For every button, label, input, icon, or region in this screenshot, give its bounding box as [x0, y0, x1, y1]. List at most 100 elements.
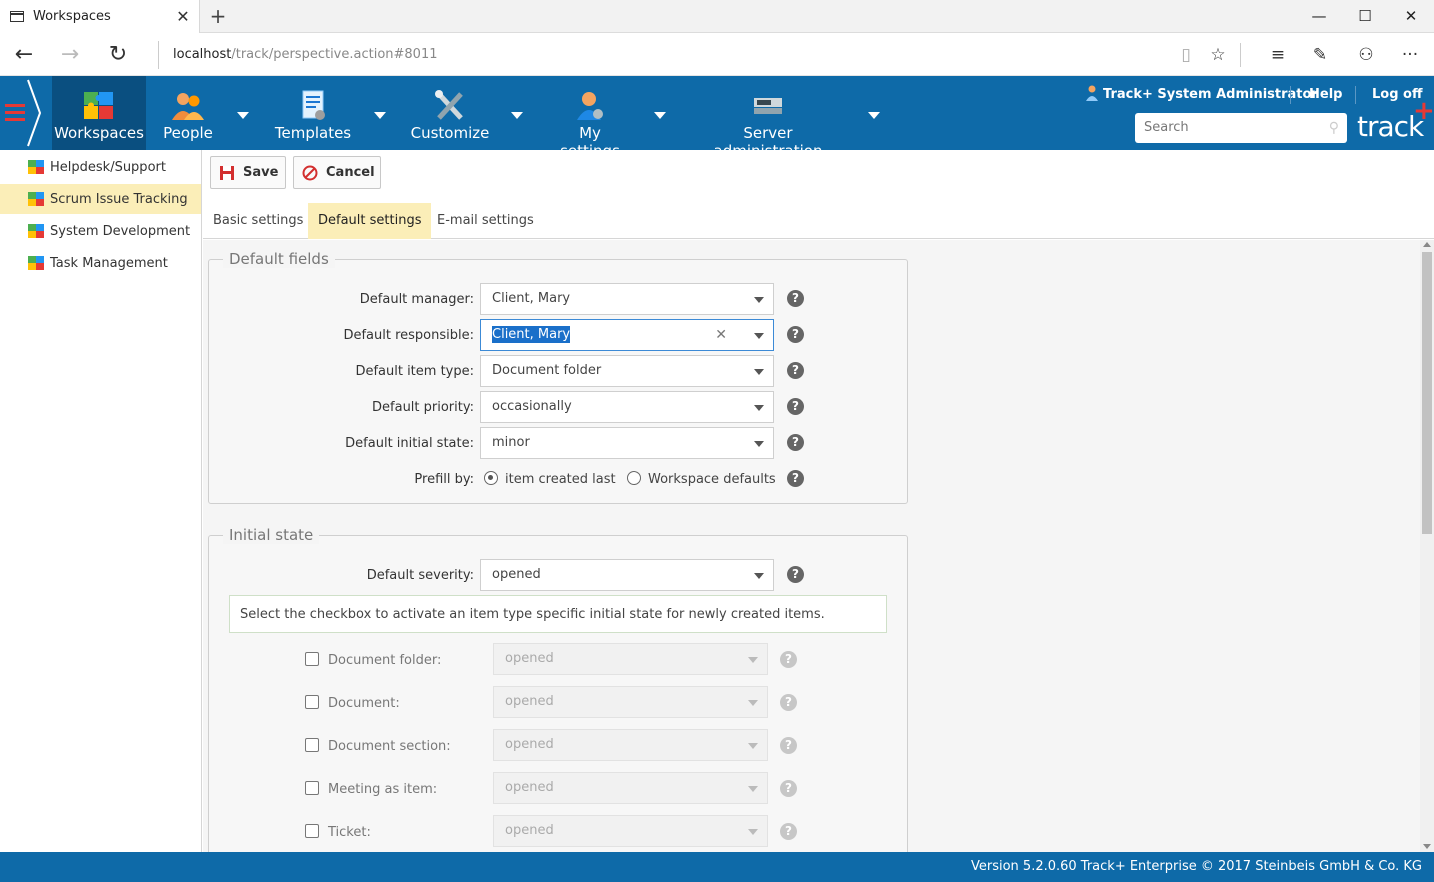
- help-icon[interactable]: ?: [787, 290, 804, 307]
- scroll-up-icon[interactable]: [1423, 242, 1431, 247]
- close-window-button[interactable]: ✕: [1388, 0, 1434, 33]
- hub-icon[interactable]: ≡: [1264, 41, 1292, 69]
- help-icon[interactable]: ?: [780, 737, 797, 754]
- new-tab-button[interactable]: +: [206, 4, 230, 28]
- document-section-state-value: opened: [505, 737, 554, 752]
- web-note-icon[interactable]: ✎: [1306, 41, 1334, 69]
- server-dropdown-caret[interactable]: [868, 112, 880, 119]
- settings-tabs: Basic settings Default settings E-mail s…: [203, 203, 1434, 239]
- customize-dropdown-caret[interactable]: [511, 112, 523, 119]
- cancel-icon: [302, 165, 318, 180]
- prefill-item-created-last-radio[interactable]: [484, 471, 498, 485]
- help-icon[interactable]: ?: [787, 566, 804, 583]
- current-user[interactable]: Track+ System Administrator: [1103, 87, 1318, 102]
- default-severity-combo[interactable]: opened: [480, 559, 774, 591]
- prefill-workspace-defaults-radio[interactable]: [627, 471, 641, 485]
- browser-tab[interactable]: Workspaces ✕: [0, 0, 200, 33]
- scrollbar-thumb[interactable]: [1422, 252, 1432, 534]
- ticket-state-combo: opened: [493, 815, 768, 847]
- app-footer: Version 5.2.0.60 Track+ Enterprise © 201…: [0, 852, 1434, 882]
- chevron-down-icon[interactable]: [754, 333, 764, 339]
- chevron-down-icon[interactable]: [754, 573, 764, 579]
- menu-people[interactable]: People: [160, 76, 216, 150]
- search-icon[interactable]: ⚲: [1329, 113, 1339, 143]
- templates-dropdown-caret[interactable]: [374, 112, 386, 119]
- chevron-down-icon[interactable]: [754, 405, 764, 411]
- menu-people-label: People: [163, 124, 213, 142]
- help-icon[interactable]: ?: [780, 651, 797, 668]
- refresh-icon[interactable]: ↻: [104, 41, 132, 69]
- help-icon[interactable]: ?: [780, 780, 797, 797]
- scroll-down-icon[interactable]: [1423, 844, 1431, 849]
- default-initial-state-label: Default initial state:: [345, 436, 474, 451]
- chevron-down-icon[interactable]: [754, 297, 764, 303]
- menu-workspaces[interactable]: Workspaces: [52, 76, 146, 150]
- meeting-as-item-label: Meeting as item:: [328, 782, 438, 797]
- help-icon[interactable]: ?: [780, 823, 797, 840]
- menu-customize[interactable]: Customize: [410, 76, 490, 150]
- tab-email-settings[interactable]: E-mail settings: [427, 203, 544, 239]
- default-manager-combo[interactable]: Client, Mary: [480, 283, 774, 315]
- prefill-workspace-defaults-label[interactable]: Workspace defaults: [648, 472, 776, 487]
- tools-icon: [435, 90, 463, 120]
- default-fields-fieldset: Default fields Default manager: Client, …: [208, 250, 908, 504]
- back-arrow-icon[interactable]: ←: [10, 41, 38, 69]
- prefill-item-created-last-label[interactable]: item created last: [505, 472, 616, 487]
- favorite-star-icon[interactable]: ☆: [1204, 41, 1232, 69]
- document-section-state-combo: opened: [493, 729, 768, 761]
- prefill-by-label: Prefill by:: [414, 472, 474, 487]
- chevron-down-icon[interactable]: [754, 441, 764, 447]
- sidebar-item-scrum[interactable]: Scrum Issue Tracking: [0, 184, 201, 214]
- sidebar-item-task-management[interactable]: Task Management: [0, 248, 201, 278]
- help-link[interactable]: Help: [1309, 87, 1342, 102]
- tab-basic-settings[interactable]: Basic settings: [203, 203, 313, 239]
- sidebar-item-helpdesk[interactable]: Helpdesk/Support: [0, 152, 201, 182]
- menu-my-settings[interactable]: My settings: [548, 76, 632, 160]
- help-icon[interactable]: ?: [780, 694, 797, 711]
- cancel-button[interactable]: Cancel: [293, 156, 381, 189]
- default-initial-state-combo[interactable]: minor: [480, 427, 774, 459]
- workspace-sidebar: Helpdesk/Support Scrum Issue Tracking Sy…: [0, 150, 202, 852]
- meeting-as-item-state-combo: opened: [493, 772, 768, 804]
- default-responsible-combo[interactable]: Client, Mary ✕: [480, 319, 774, 351]
- help-icon[interactable]: ?: [787, 326, 804, 343]
- menu-templates[interactable]: Templates: [272, 76, 354, 150]
- forward-arrow-icon[interactable]: →: [56, 41, 84, 69]
- default-item-type-combo[interactable]: Document folder: [480, 355, 774, 387]
- help-icon[interactable]: ?: [787, 434, 804, 451]
- chevron-down-icon[interactable]: [754, 369, 764, 375]
- tab-default-settings[interactable]: Default settings: [308, 203, 432, 239]
- maximize-button[interactable]: ☐: [1342, 0, 1388, 33]
- document-folder-checkbox[interactable]: [305, 652, 319, 666]
- close-tab-icon[interactable]: ✕: [173, 7, 193, 26]
- help-icon[interactable]: ?: [787, 362, 804, 379]
- ticket-checkbox[interactable]: [305, 824, 319, 838]
- hamburger-menu-icon[interactable]: [5, 104, 25, 122]
- clear-icon[interactable]: ✕: [715, 320, 727, 350]
- vertical-scrollbar[interactable]: [1420, 240, 1434, 852]
- templates-icon: [302, 90, 325, 120]
- minimize-button[interactable]: —: [1296, 0, 1342, 33]
- help-icon[interactable]: ?: [787, 398, 804, 415]
- search-input[interactable]: Search ⚲: [1135, 113, 1347, 143]
- reading-view-icon[interactable]: ▯: [1172, 41, 1200, 69]
- menu-server-administration[interactable]: Server administration: [690, 76, 846, 160]
- document-checkbox[interactable]: [305, 695, 319, 709]
- address-bar[interactable]: localhost/track/perspective.action#8011: [158, 41, 1158, 69]
- document-section-checkbox[interactable]: [305, 738, 319, 752]
- sidebar-item-label: Scrum Issue Tracking: [50, 191, 188, 207]
- more-icon[interactable]: ···: [1396, 41, 1424, 69]
- document-folder-state-combo: opened: [493, 643, 768, 675]
- menu-workspaces-label: Workspaces: [54, 124, 144, 142]
- header-separator: [1290, 86, 1291, 104]
- my-settings-dropdown-caret[interactable]: [654, 112, 666, 119]
- workspace-icon: [28, 192, 44, 206]
- help-icon[interactable]: ?: [787, 470, 804, 487]
- meeting-as-item-checkbox[interactable]: [305, 781, 319, 795]
- sidebar-item-system-development[interactable]: System Development: [0, 216, 201, 246]
- document-label: Document:: [328, 696, 400, 711]
- save-button[interactable]: Save: [210, 156, 286, 189]
- default-priority-combo[interactable]: occasionally: [480, 391, 774, 423]
- share-icon[interactable]: ⚇: [1352, 41, 1380, 69]
- people-dropdown-caret[interactable]: [237, 112, 249, 119]
